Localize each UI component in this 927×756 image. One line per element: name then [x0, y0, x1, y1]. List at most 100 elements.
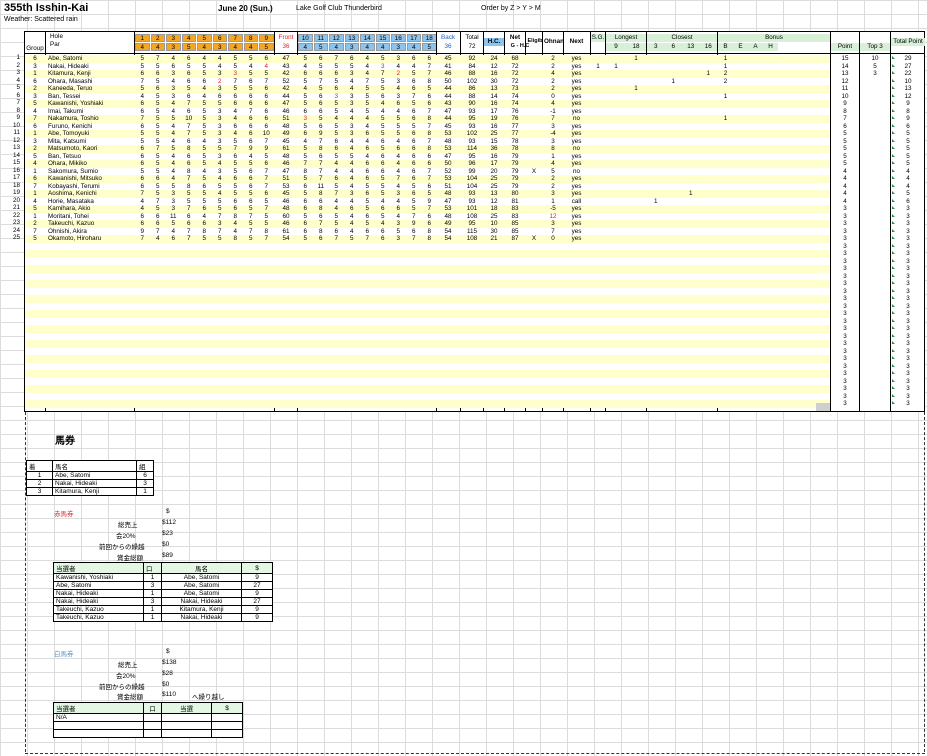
front-score: 5	[264, 197, 268, 205]
back-score: 8	[427, 235, 431, 242]
comment-marker	[892, 303, 895, 307]
comment-marker	[892, 198, 895, 202]
bonus-value	[733, 70, 748, 78]
front-total: 54	[282, 235, 290, 242]
longest-value	[626, 175, 646, 183]
back-score: 5	[365, 107, 369, 115]
back-total: 44	[444, 85, 452, 92]
back-total: 47	[444, 152, 452, 160]
top3-value: 5	[873, 62, 877, 70]
back-score: 5	[303, 77, 307, 85]
red-prize-value: $89	[162, 552, 173, 559]
back-score: 8	[303, 167, 307, 175]
front-score: 4	[140, 92, 144, 100]
front-score: 6	[248, 137, 253, 145]
front-score: 5	[186, 62, 191, 70]
back-score: 6	[427, 100, 431, 107]
handicap: 25	[490, 175, 498, 182]
point-value: 3	[843, 362, 847, 370]
gross-total: 102	[466, 130, 478, 137]
closest-value	[665, 160, 683, 168]
back-total: 53	[444, 145, 452, 152]
front-score: 6	[217, 92, 222, 100]
back-score: 5	[365, 205, 369, 212]
table-row	[25, 362, 830, 370]
front-score: 5	[155, 205, 160, 212]
back-score: 6	[396, 145, 400, 152]
closest-value	[647, 130, 665, 138]
back-score: 6	[396, 205, 400, 212]
front-total: 46	[282, 107, 290, 115]
front-score: 6	[233, 197, 237, 205]
total-point-value: 3	[906, 235, 910, 242]
total-point-value: 4	[906, 182, 910, 190]
total-point-value: 3	[906, 205, 910, 212]
front-score: 10	[262, 130, 270, 137]
bonus-value	[733, 138, 748, 146]
player-group: 6	[33, 55, 37, 62]
comment-marker	[892, 311, 895, 314]
handicap: 30	[490, 227, 498, 235]
front-score: 4	[202, 167, 206, 175]
front-total: 42	[282, 70, 290, 77]
front-score: 5	[217, 182, 222, 190]
gross-total: 104	[466, 175, 478, 182]
back-total: 45	[444, 55, 452, 62]
total-point-value: 3	[906, 212, 910, 220]
bonus-value	[763, 235, 778, 243]
comment-marker	[892, 78, 895, 82]
back-score: 5	[303, 175, 307, 182]
front-score: 10	[185, 115, 193, 122]
bonus-value	[748, 93, 763, 101]
back-score: 6	[411, 115, 416, 122]
point-value: 3	[843, 250, 847, 257]
closest-value	[665, 130, 683, 138]
row-number: 10	[12, 121, 20, 129]
back-score: 5	[334, 130, 338, 137]
comment-marker	[892, 371, 895, 374]
total-point-value: 4	[906, 175, 910, 182]
bonus-value	[718, 235, 733, 243]
longest-value	[606, 228, 626, 236]
back-score: 3	[334, 92, 338, 100]
net-score: 78	[511, 145, 519, 152]
ohnan-value: 2	[551, 77, 555, 85]
bonus-value	[733, 123, 748, 131]
table-row	[25, 325, 830, 333]
front-score: 7	[264, 167, 268, 175]
front-score: 6	[186, 220, 191, 227]
back-total: 53	[444, 175, 452, 182]
back-score: 5	[303, 190, 307, 197]
red-fee-value: $23	[162, 530, 173, 537]
gross-total: 102	[466, 77, 478, 85]
eligible-mark	[526, 228, 542, 236]
back-score: 5	[334, 100, 338, 107]
longest-value	[626, 220, 646, 228]
total-point-value: 5	[906, 152, 910, 160]
top3-value: 3	[873, 70, 877, 77]
net-score: 72	[511, 62, 519, 70]
point-value: 3	[843, 325, 847, 332]
back-score: 6	[427, 182, 431, 190]
scroll-thumb[interactable]	[816, 403, 830, 411]
longest-value	[626, 70, 646, 78]
net-score: 76	[511, 107, 519, 115]
bonus-value	[763, 228, 778, 236]
back-score: 6	[334, 145, 338, 152]
longest-value	[626, 190, 646, 198]
back-score: 5	[396, 227, 400, 235]
player-group: 7	[33, 227, 37, 235]
back-score: 6	[365, 175, 369, 182]
front-score: 5	[155, 182, 160, 190]
longest-value	[626, 63, 646, 71]
back-score: 7	[427, 122, 431, 130]
closest-sub-16: 16	[699, 43, 717, 51]
back-score: 3	[303, 115, 307, 122]
bonus-value: 2	[723, 70, 728, 77]
handicap: 13	[490, 190, 498, 197]
back-score: 6	[411, 160, 416, 167]
bonus-value	[748, 183, 763, 191]
front-score: 4	[171, 175, 175, 182]
front-score: 7	[264, 205, 268, 212]
front-score: 5	[202, 62, 206, 70]
